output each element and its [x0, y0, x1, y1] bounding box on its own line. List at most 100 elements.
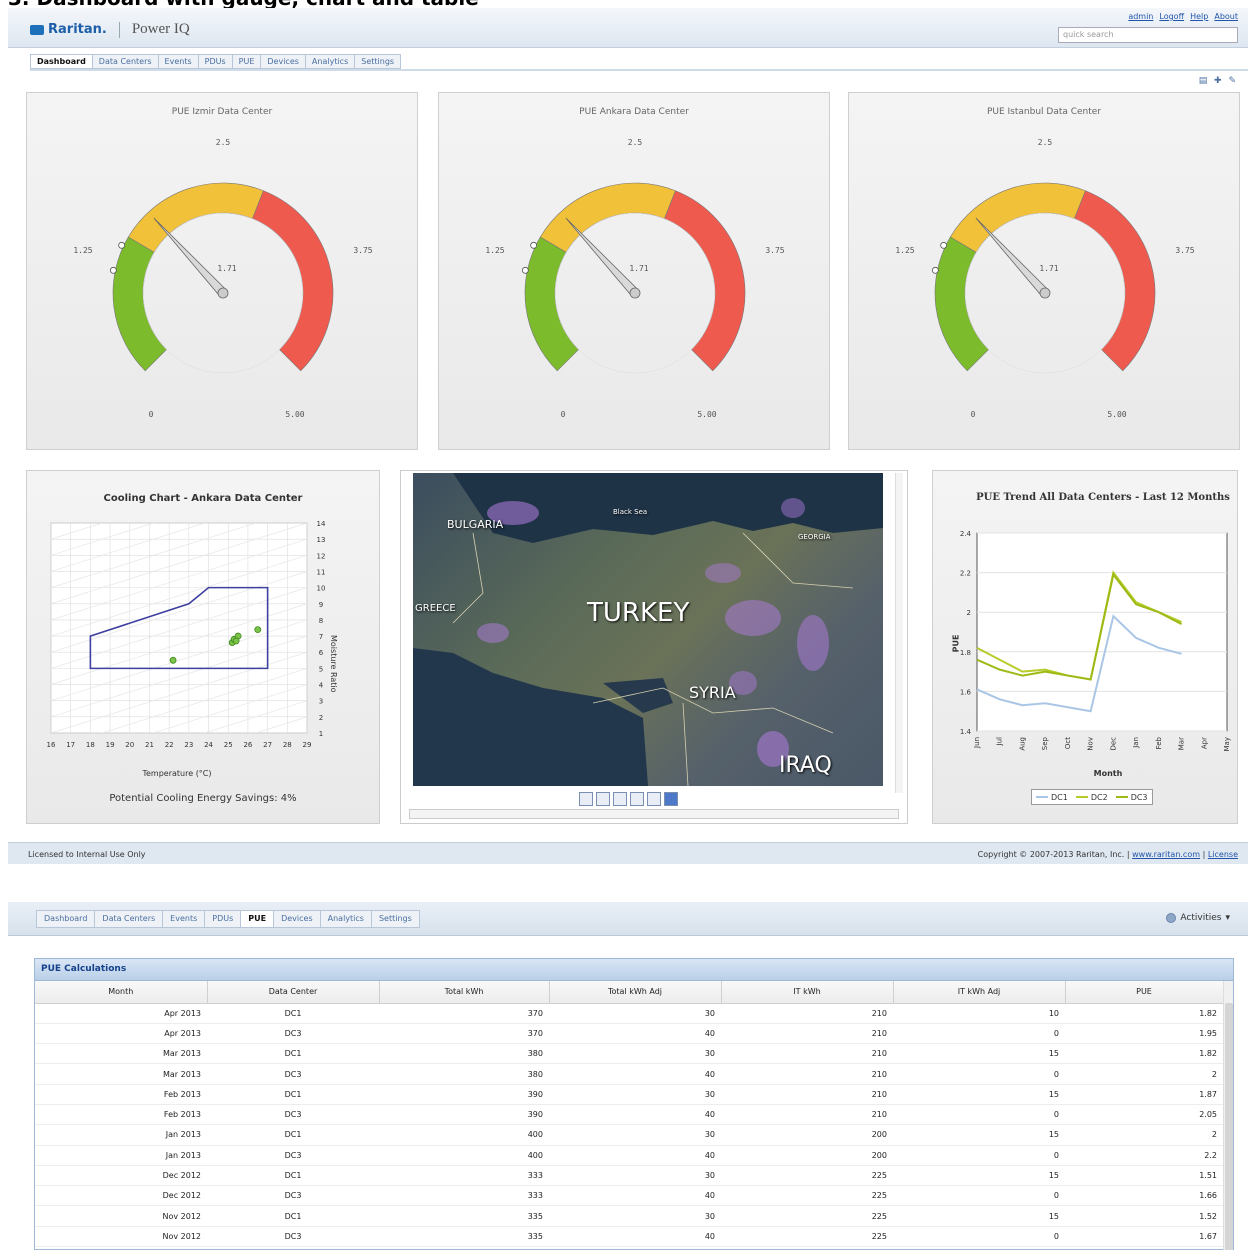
- trend-x-tick: Oct: [1064, 737, 1072, 749]
- cloud: [705, 563, 741, 583]
- header-link-logoff[interactable]: Logoff: [1159, 12, 1184, 21]
- map-label: GREECE: [415, 603, 456, 614]
- table-scrollbar[interactable]: [1223, 981, 1233, 1250]
- table-row[interactable]: Apr 2013 DC1 370 30 210 10 1.82: [35, 1003, 1223, 1024]
- gauge-band-red: [664, 190, 746, 372]
- table-row[interactable]: Apr 2013 DC3 370 40 210 0 1.95: [35, 1023, 1223, 1045]
- tab-devices[interactable]: Devices: [261, 54, 306, 69]
- table-row[interactable]: Nov 2012 DC3 335 40 225 0 1.67: [35, 1226, 1223, 1248]
- tab-pdus[interactable]: PDUs: [205, 910, 242, 928]
- tab-settings[interactable]: Settings: [371, 910, 420, 928]
- cooling-x-tick: 21: [145, 741, 154, 749]
- table-row[interactable]: Mar 2013 DC1 380 30 210 15 1.82: [35, 1043, 1223, 1065]
- cooling-data-point: [232, 637, 240, 645]
- table-body: Apr 2013 DC1 370 30 210 10 1.82 Apr 2013 DC3 370 4…: [35, 1003, 1223, 1248]
- gauge-max-label: 5.00: [285, 410, 304, 419]
- table-cell: 210: [721, 1063, 893, 1085]
- license-link[interactable]: License: [1208, 850, 1238, 859]
- map-page-button[interactable]: [579, 792, 593, 806]
- tab-analytics[interactable]: Analytics: [305, 54, 356, 69]
- table-cell: DC3: [207, 1145, 379, 1166]
- table-row[interactable]: Jan 2013 DC1 400 30 200 15 2: [35, 1124, 1223, 1146]
- table-cell: 210: [721, 1104, 893, 1126]
- tab-data-centers[interactable]: Data Centers: [95, 910, 164, 928]
- table-cell: 30: [549, 1043, 721, 1065]
- chevron-down-icon: ▾: [1225, 913, 1230, 923]
- app-header: Raritan. Power IQ admin Logoff Help About q…: [8, 8, 1248, 48]
- map-vertical-scrollbar[interactable]: [895, 473, 903, 793]
- gauge-label-low: 1.25: [73, 246, 92, 255]
- scroll-thumb[interactable]: [1225, 1003, 1233, 1250]
- gauge-needle: [153, 217, 227, 297]
- gauge-min-label: 0: [971, 410, 976, 419]
- pue-table: Month Data Center Total kWh Total kWh Adj IT…: [35, 981, 1224, 1248]
- dashboard-tools[interactable]: ▤ ✚ ✎: [1199, 76, 1238, 86]
- tab-pdus[interactable]: PDUs: [198, 54, 233, 69]
- column-header[interactable]: PUE: [1065, 981, 1224, 1004]
- header-link-admin[interactable]: admin: [1128, 12, 1153, 21]
- header-link-help[interactable]: Help: [1190, 12, 1208, 21]
- map-pager: [579, 792, 678, 806]
- copyright-text: Copyright © 2007-2013 Raritan, Inc. |: [977, 850, 1130, 859]
- table-cell: 40: [549, 1226, 721, 1248]
- satellite-map[interactable]: BULGARIA Black Sea GEORGIA GREECE TURKEY SYRI…: [413, 473, 883, 786]
- tab-events[interactable]: Events: [163, 910, 206, 928]
- table-row[interactable]: Nov 2012 DC1 335 30 225 15 1.52: [35, 1205, 1223, 1227]
- column-header[interactable]: IT kWh Adj: [893, 981, 1066, 1004]
- legend-item: DC2: [1075, 793, 1108, 802]
- table-row[interactable]: Mar 2013 DC3 380 40 210 0 2: [35, 1063, 1223, 1085]
- table-row[interactable]: Feb 2013 DC3 390 40 210 0 2.05: [35, 1104, 1223, 1126]
- raritan-link[interactable]: www.raritan.com: [1132, 850, 1200, 859]
- tab-pue[interactable]: PUE: [232, 54, 262, 69]
- gauge-min-label: 0: [149, 410, 154, 419]
- tab-analytics[interactable]: Analytics: [320, 910, 372, 928]
- map-horizontal-scrollbar[interactable]: [409, 809, 899, 819]
- map-page-button[interactable]: [613, 792, 627, 806]
- map-page-button[interactable]: [664, 792, 678, 806]
- map-label: TURKEY: [587, 598, 690, 628]
- table-cell: 40: [549, 1023, 721, 1045]
- table-row[interactable]: Jan 2013 DC3 400 40 200 0 2.2: [35, 1145, 1223, 1166]
- map-page-button[interactable]: [647, 792, 661, 806]
- activities-menu[interactable]: Activities ▾: [1166, 913, 1230, 923]
- quick-search-input[interactable]: quick search: [1058, 27, 1238, 43]
- cooling-x-tick: 25: [224, 741, 233, 749]
- column-header[interactable]: Total kWh: [379, 981, 550, 1004]
- column-header[interactable]: Total kWh Adj: [549, 981, 722, 1004]
- table-cell: Nov 2012: [35, 1226, 207, 1248]
- header-link-about[interactable]: About: [1214, 12, 1238, 21]
- tab-data-centers[interactable]: Data Centers: [92, 54, 159, 69]
- gauge-label-high: 3.75: [1175, 246, 1194, 255]
- trend-y-tick: 2.2: [960, 570, 971, 578]
- gauge-dial: 0 5.00 1.25 2.5 3.75 1.71: [73, 138, 372, 419]
- footer-separator: |: [1202, 850, 1206, 859]
- column-header[interactable]: IT kWh: [721, 981, 894, 1004]
- table-cell: 210: [721, 1084, 893, 1105]
- column-header[interactable]: Data Center: [207, 981, 380, 1004]
- gauge-label-high: 3.75: [353, 246, 372, 255]
- table-cell: 370: [379, 1003, 549, 1024]
- gauge-panel-istanbul: PUE Istanbul Data Center 0 5.00 1.25 2.5 3.7…: [848, 92, 1240, 450]
- cooling-savings-text: Potential Cooling Energy Savings: 4%: [109, 793, 297, 804]
- map-page-button[interactable]: [630, 792, 644, 806]
- cooling-x-tick: 18: [86, 741, 95, 749]
- tab-settings[interactable]: Settings: [355, 54, 402, 69]
- tab-events[interactable]: Events: [158, 54, 199, 69]
- main-tabs: Dashboard Data Centers Events PDUs PUE Device…: [30, 54, 402, 69]
- gauge-band-green: [524, 236, 579, 372]
- tab-dashboard[interactable]: Dashboard: [36, 910, 96, 928]
- table-row[interactable]: Dec 2012 DC3 333 40 225 0 1.66: [35, 1185, 1223, 1207]
- table-row[interactable]: Dec 2012 DC1 333 30 225 15 1.51: [35, 1165, 1223, 1187]
- cooling-y-tick: 13: [317, 536, 326, 544]
- tab-dashboard[interactable]: Dashboard: [30, 54, 93, 69]
- cloud: [797, 615, 829, 671]
- logo-brand: Raritan.: [48, 22, 107, 37]
- column-header[interactable]: Month: [35, 981, 208, 1004]
- table-row[interactable]: Feb 2013 DC1 390 30 210 15 1.87: [35, 1084, 1223, 1105]
- tab-pue[interactable]: PUE: [241, 910, 275, 928]
- map-page-button[interactable]: [596, 792, 610, 806]
- table-cell: 210: [721, 1003, 893, 1024]
- tab-devices[interactable]: Devices: [274, 910, 321, 928]
- gauge-marker: [521, 266, 529, 274]
- cloud: [781, 498, 805, 518]
